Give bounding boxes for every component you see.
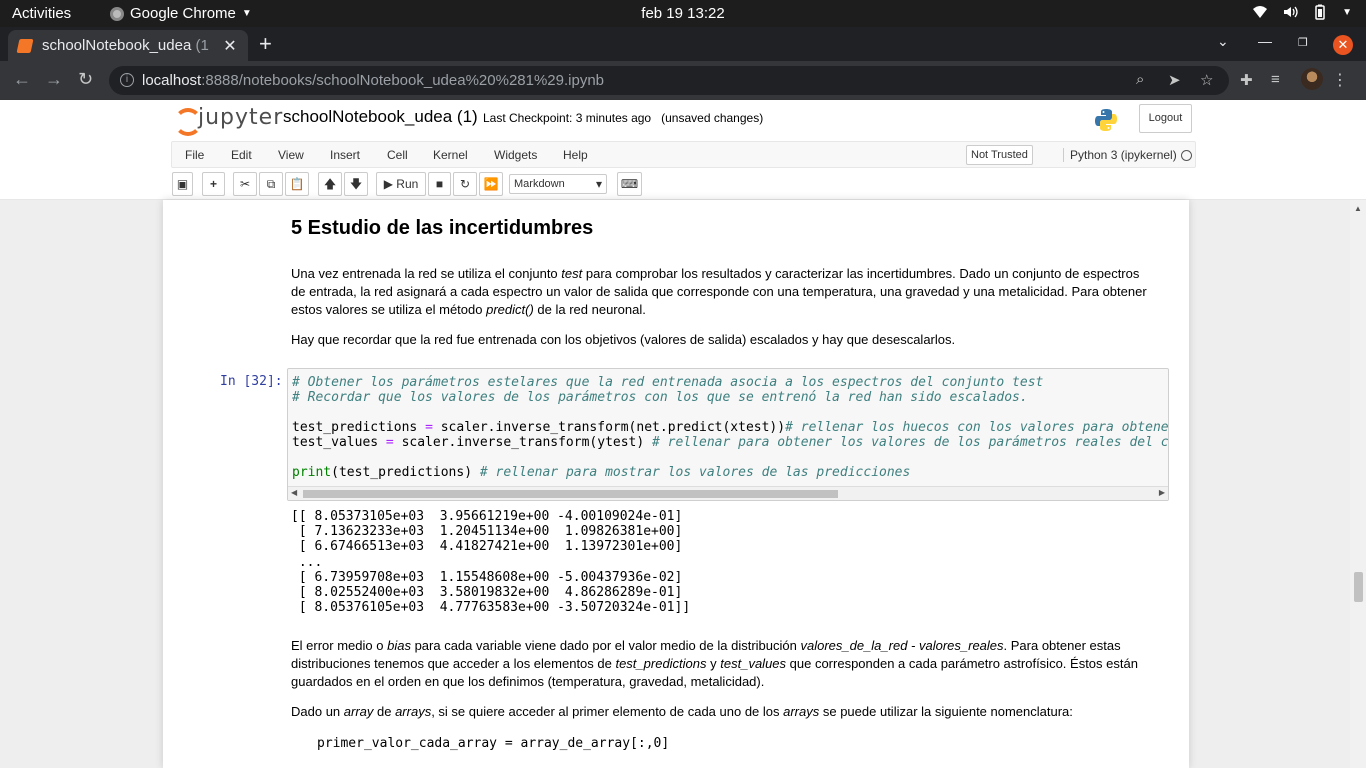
paste-icon[interactable]: 📋: [285, 172, 309, 196]
menu-insert[interactable]: Insert: [330, 148, 360, 162]
cell-prompt: In [32]:: [220, 374, 283, 389]
markdown-paragraph-1[interactable]: Una vez entrenada la red se utiliza el c…: [291, 265, 1151, 319]
copy-icon[interactable]: ⧉: [259, 172, 283, 196]
code-horizontal-scrollbar[interactable]: ◀ ▶: [288, 486, 1168, 500]
command-palette-keyboard-icon[interactable]: ⌨: [617, 172, 642, 196]
markdown-paragraph-3[interactable]: El error medio o bias para cada variable…: [291, 637, 1151, 691]
restart-kernel-icon[interactable]: ↻: [453, 172, 477, 196]
cut-icon[interactable]: ✂: [233, 172, 257, 196]
run-button[interactable]: ▶ Run: [376, 172, 426, 196]
section-heading-cell[interactable]: 5 Estudio de las incertidumbres: [291, 217, 1151, 239]
markdown-paragraph-2[interactable]: Hay que recordar que la red fue entrenad…: [291, 331, 1151, 349]
cell-type-select[interactable]: Markdown: [509, 174, 607, 194]
notebook-favicon-icon: [16, 38, 34, 53]
back-arrow-icon[interactable]: ←: [13, 69, 31, 90]
logout-button[interactable]: Logout: [1139, 104, 1192, 133]
url-host: localhost: [142, 72, 202, 89]
battery-icon: [1315, 4, 1325, 20]
clock[interactable]: feb 19 13:22: [0, 5, 1366, 22]
tab-search-icon[interactable]: ⌄: [1217, 33, 1229, 50]
close-tab-icon[interactable]: ✕: [222, 36, 238, 56]
system-tray[interactable]: ▼: [1252, 4, 1352, 20]
menu-view[interactable]: View: [278, 148, 304, 162]
cell-output: [[ 8.05373105e+03 3.95661219e+00 -4.0010…: [291, 509, 691, 616]
inline-code-example: primer_valor_cada_array = array_de_array…: [317, 736, 670, 751]
scroll-right-icon[interactable]: ▶: [1159, 488, 1165, 497]
close-window-button[interactable]: ✕: [1333, 35, 1353, 55]
menu-help[interactable]: Help: [563, 148, 588, 162]
scroll-up-icon[interactable]: ▲: [1354, 204, 1362, 213]
browser-toolbar: ← → ↻ i localhost:8888/notebooks/schoolN…: [0, 61, 1366, 100]
menu-kernel[interactable]: Kernel: [433, 148, 468, 162]
browser-menu-icon[interactable]: ⋮: [1332, 70, 1348, 90]
notebook-container: 5 Estudio de las incertidumbres Una vez …: [163, 200, 1189, 768]
notebook-area: 5 Estudio de las incertidumbres Una vez …: [0, 200, 1366, 768]
code-text: # Obtener los parámetros estelares que l…: [292, 375, 1169, 480]
notebook-menubar: File Edit View Insert Cell Kernel Widget…: [171, 141, 1196, 168]
address-bar[interactable]: i localhost:8888/notebooks/schoolNoteboo…: [109, 66, 1229, 95]
scroll-left-icon[interactable]: ◀: [291, 488, 297, 497]
menu-cell[interactable]: Cell: [387, 148, 408, 162]
power-menu-chevron-icon: ▼: [1342, 6, 1352, 18]
browser-tab-active[interactable]: schoolNotebook_udea (1 ✕: [8, 30, 248, 61]
save-icon[interactable]: ▣: [172, 172, 193, 196]
kernel-idle-indicator-icon: [1181, 150, 1192, 161]
interrupt-stop-icon[interactable]: ■: [428, 172, 451, 196]
restore-window-button[interactable]: ❐: [1298, 36, 1308, 49]
reload-icon[interactable]: ↻: [78, 69, 93, 90]
minimize-window-button[interactable]: —: [1258, 33, 1272, 49]
page-scroll-thumb[interactable]: [1354, 572, 1363, 602]
move-down-icon[interactable]: 🡇: [344, 172, 368, 196]
checkpoint-status: Last Checkpoint: 3 minutes ago (unsaved …: [483, 111, 764, 125]
jupyter-orb-icon: [174, 104, 202, 136]
insert-cell-below-icon[interactable]: +: [202, 172, 225, 196]
notebook-name[interactable]: schoolNotebook_udea (1): [283, 107, 478, 127]
send-icon[interactable]: ➤: [1168, 71, 1181, 89]
url-path: :8888/notebooks/schoolNotebook_udea%20%2…: [201, 72, 605, 89]
tab-title: schoolNotebook_udea (1: [42, 37, 209, 54]
markdown-paragraph-4[interactable]: Dado un array de arrays, si se quiere ac…: [291, 703, 1151, 721]
browser-tab-strip: schoolNotebook_udea (1 ✕ + ⌄ — ❐: [0, 27, 1366, 61]
menu-widgets[interactable]: Widgets: [494, 148, 537, 162]
menu-file[interactable]: File: [185, 148, 204, 162]
wifi-icon: [1253, 6, 1268, 18]
zoom-icon[interactable]: ⌕: [1136, 71, 1144, 88]
jupyter-header: jupyter schoolNotebook_udea (1) Last Che…: [0, 100, 1366, 200]
new-tab-button[interactable]: +: [259, 31, 272, 57]
bookmark-star-icon[interactable]: ☆: [1200, 71, 1213, 89]
volume-icon: [1284, 6, 1298, 18]
jupyter-logo[interactable]: jupyter: [174, 104, 284, 136]
menu-edit[interactable]: Edit: [231, 148, 252, 162]
jupyter-wordmark: jupyter: [198, 104, 284, 130]
extensions-puzzle-icon[interactable]: ✚: [1240, 71, 1253, 89]
system-top-bar: Activities Google Chrome ▼ feb 19 13:22 …: [0, 0, 1366, 27]
run-play-icon: ▶: [383, 177, 393, 191]
media-queue-icon[interactable]: ≡: [1271, 71, 1280, 88]
not-trusted-button[interactable]: Not Trusted: [966, 145, 1033, 165]
site-info-icon[interactable]: i: [120, 73, 134, 87]
code-scroll-thumb[interactable]: [303, 490, 838, 498]
page-vertical-scrollbar[interactable]: ▲: [1350, 200, 1366, 768]
forward-arrow-icon[interactable]: →: [45, 69, 63, 90]
python-logo-icon: [1095, 109, 1117, 131]
move-up-icon[interactable]: 🡅: [318, 172, 342, 196]
profile-avatar[interactable]: [1301, 68, 1323, 90]
restart-run-all-icon[interactable]: ⏩: [479, 172, 503, 196]
kernel-name: Python 3 (ipykernel): [1063, 148, 1177, 162]
section-heading: 5 Estudio de las incertidumbres: [291, 217, 594, 239]
code-cell-editor[interactable]: # Obtener los parámetros estelares que l…: [287, 368, 1169, 501]
